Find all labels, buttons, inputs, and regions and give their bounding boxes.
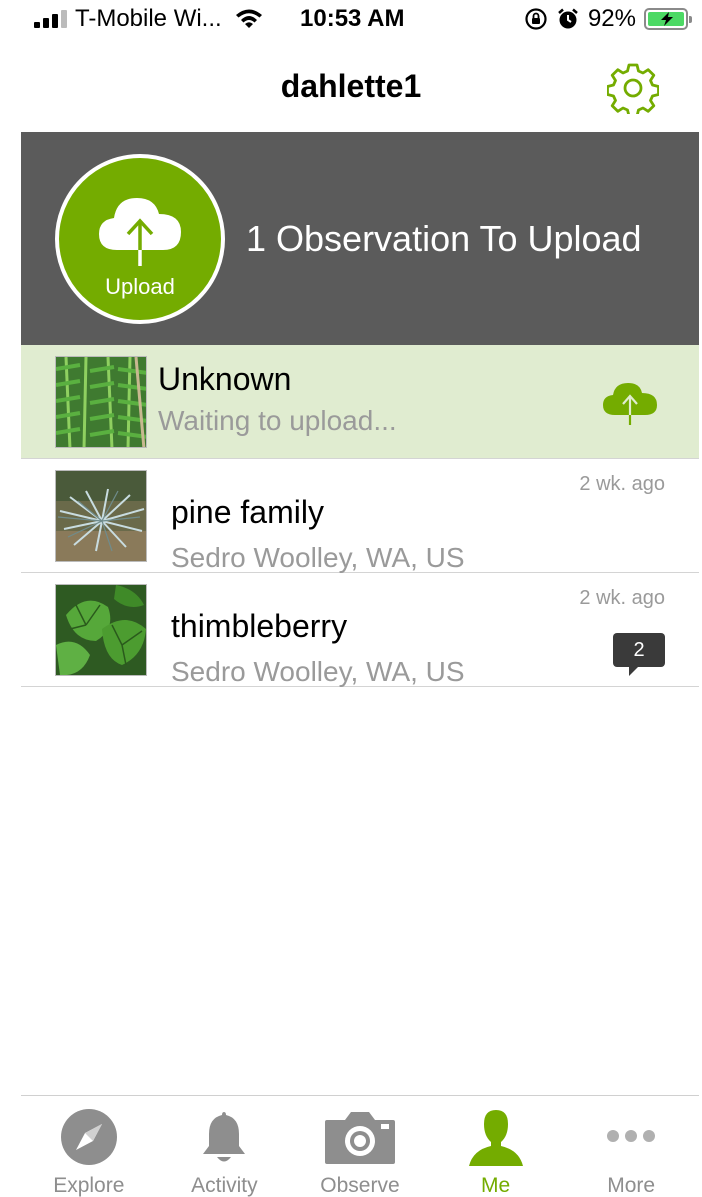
tab-activity[interactable]: Activity [157, 1096, 293, 1197]
tab-explore[interactable]: Explore [21, 1096, 157, 1197]
status-right: 92% [524, 4, 692, 34]
upload-button[interactable]: Upload [55, 154, 225, 324]
observation-time: 2 wk. ago [579, 473, 665, 495]
observation-row[interactable]: thimbleberry Sedro Woolley, WA, US 2 wk.… [21, 573, 699, 687]
signal-icon [34, 10, 67, 28]
observation-thumbnail [55, 356, 147, 448]
tab-label: More [607, 1174, 656, 1197]
observation-status: Waiting to upload... [158, 405, 397, 436]
gear-icon[interactable] [607, 62, 659, 114]
battery-percentage: 92% [587, 5, 636, 32]
upload-banner: Upload 1 Observation To Upload [21, 132, 699, 345]
rotation-lock-icon [525, 8, 547, 30]
cloud-upload-icon[interactable] [601, 379, 659, 427]
tab-me[interactable]: Me [428, 1096, 564, 1197]
tab-label: Explore [53, 1174, 125, 1197]
wifi-icon [235, 9, 262, 28]
observation-title: Unknown [158, 361, 292, 397]
tab-label: Observe [320, 1174, 400, 1197]
tab-label: Activity [191, 1174, 258, 1197]
more-icon [607, 1130, 656, 1142]
comment-count: 2 [633, 639, 645, 661]
bell-icon [203, 1112, 246, 1162]
upload-message: 1 Observation To Upload [246, 218, 642, 259]
nav-bar: dahlette1 [0, 40, 702, 132]
observation-row[interactable]: Unknown Waiting to upload... [21, 345, 699, 459]
tab-label: Me [480, 1174, 511, 1197]
page-title: dahlette1 [280, 68, 422, 104]
carrier-name: T-Mobile Wi... [75, 5, 222, 32]
observation-location: Sedro Woolley, WA, US [171, 656, 465, 687]
cloud-upload-icon [99, 198, 181, 266]
tab-observe[interactable]: Observe [292, 1096, 428, 1197]
tab-more[interactable]: More [563, 1096, 699, 1197]
observation-title: pine family [171, 494, 324, 530]
comment-count-badge: 2 [613, 633, 665, 676]
observation-list: Unknown Waiting to upload... pine family… [21, 345, 699, 687]
compass-icon [60, 1109, 117, 1165]
observation-time: 2 wk. ago [579, 587, 665, 609]
upload-button-label: Upload [105, 274, 175, 299]
alarm-icon [558, 8, 578, 29]
status-bar: T-Mobile Wi... 10:53 AM 92% [0, 0, 702, 40]
tab-bar: Explore Activity Observe Me More [21, 1095, 699, 1197]
person-icon [468, 1110, 523, 1166]
observation-location: Sedro Woolley, WA, US [171, 542, 465, 573]
observation-thumbnail [55, 470, 147, 562]
observation-thumbnail [55, 584, 147, 676]
status-time: 10:53 AM [300, 5, 405, 32]
observation-title: thimbleberry [171, 608, 348, 644]
battery-charging-icon [644, 8, 692, 30]
status-left: T-Mobile Wi... [34, 4, 264, 34]
camera-icon [324, 1112, 395, 1164]
observation-row[interactable]: pine family Sedro Woolley, WA, US 2 wk. … [21, 459, 699, 573]
